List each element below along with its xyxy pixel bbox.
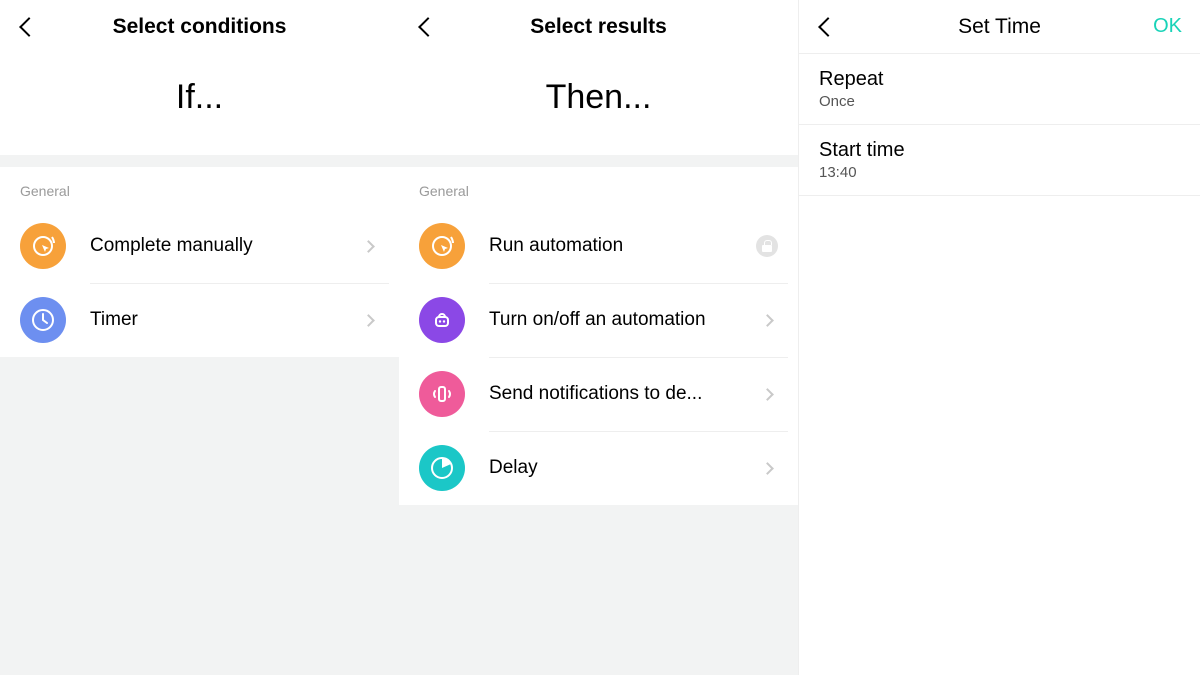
chevron-right-icon xyxy=(761,462,774,475)
hero-text: Then... xyxy=(399,54,798,155)
setting-title: Repeat xyxy=(819,68,1180,91)
header: Select conditions xyxy=(0,0,399,54)
chevron-right-icon xyxy=(761,388,774,401)
setting-title: Start time xyxy=(819,139,1180,162)
item-toggle-automation[interactable]: Turn on/off an automation xyxy=(399,283,798,357)
header-title: Set Time xyxy=(813,15,1186,39)
item-timer[interactable]: Timer xyxy=(0,283,399,357)
section-gap xyxy=(399,155,798,167)
header: Set Time OK xyxy=(799,0,1200,54)
panel-select-conditions: Select conditions If... General Complete… xyxy=(0,0,399,675)
header-title: Select results xyxy=(413,15,784,39)
item-label: Timer xyxy=(90,309,364,331)
lock-icon xyxy=(756,235,778,257)
setting-start-time[interactable]: Start time 13:40 xyxy=(799,125,1200,196)
item-complete-manually[interactable]: Complete manually xyxy=(0,209,399,283)
cursor-circle-icon xyxy=(20,223,66,269)
item-label: Send notifications to de... xyxy=(489,383,763,405)
header: Select results xyxy=(399,0,798,54)
clock-icon xyxy=(20,297,66,343)
header-title: Select conditions xyxy=(14,15,385,39)
pie-clock-icon xyxy=(419,445,465,491)
item-label: Turn on/off an automation xyxy=(489,309,763,331)
section-label: General xyxy=(0,167,399,209)
chevron-right-icon xyxy=(362,314,375,327)
panel-select-results: Select results Then... General Run autom… xyxy=(399,0,798,675)
panel-set-time: Set Time OK Repeat Once Start time 13:40 xyxy=(798,0,1200,675)
list-background xyxy=(0,357,399,675)
phone-vibrate-icon xyxy=(419,371,465,417)
section-gap xyxy=(0,155,399,167)
item-label: Run automation xyxy=(489,235,756,257)
item-delay[interactable]: Delay xyxy=(399,431,798,505)
list-background xyxy=(399,505,798,675)
item-label: Complete manually xyxy=(90,235,364,257)
section-label: General xyxy=(399,167,798,209)
hero-text: If... xyxy=(0,54,399,155)
item-run-automation[interactable]: Run automation xyxy=(399,209,798,283)
ok-button[interactable]: OK xyxy=(1153,15,1182,38)
setting-repeat[interactable]: Repeat Once xyxy=(799,54,1200,125)
setting-value: Once xyxy=(819,93,1180,110)
item-send-notifications[interactable]: Send notifications to de... xyxy=(399,357,798,431)
item-label: Delay xyxy=(489,457,763,479)
setting-value: 13:40 xyxy=(819,164,1180,181)
cursor-circle-icon xyxy=(419,223,465,269)
chevron-right-icon xyxy=(761,314,774,327)
chevron-right-icon xyxy=(362,240,375,253)
robot-icon xyxy=(419,297,465,343)
